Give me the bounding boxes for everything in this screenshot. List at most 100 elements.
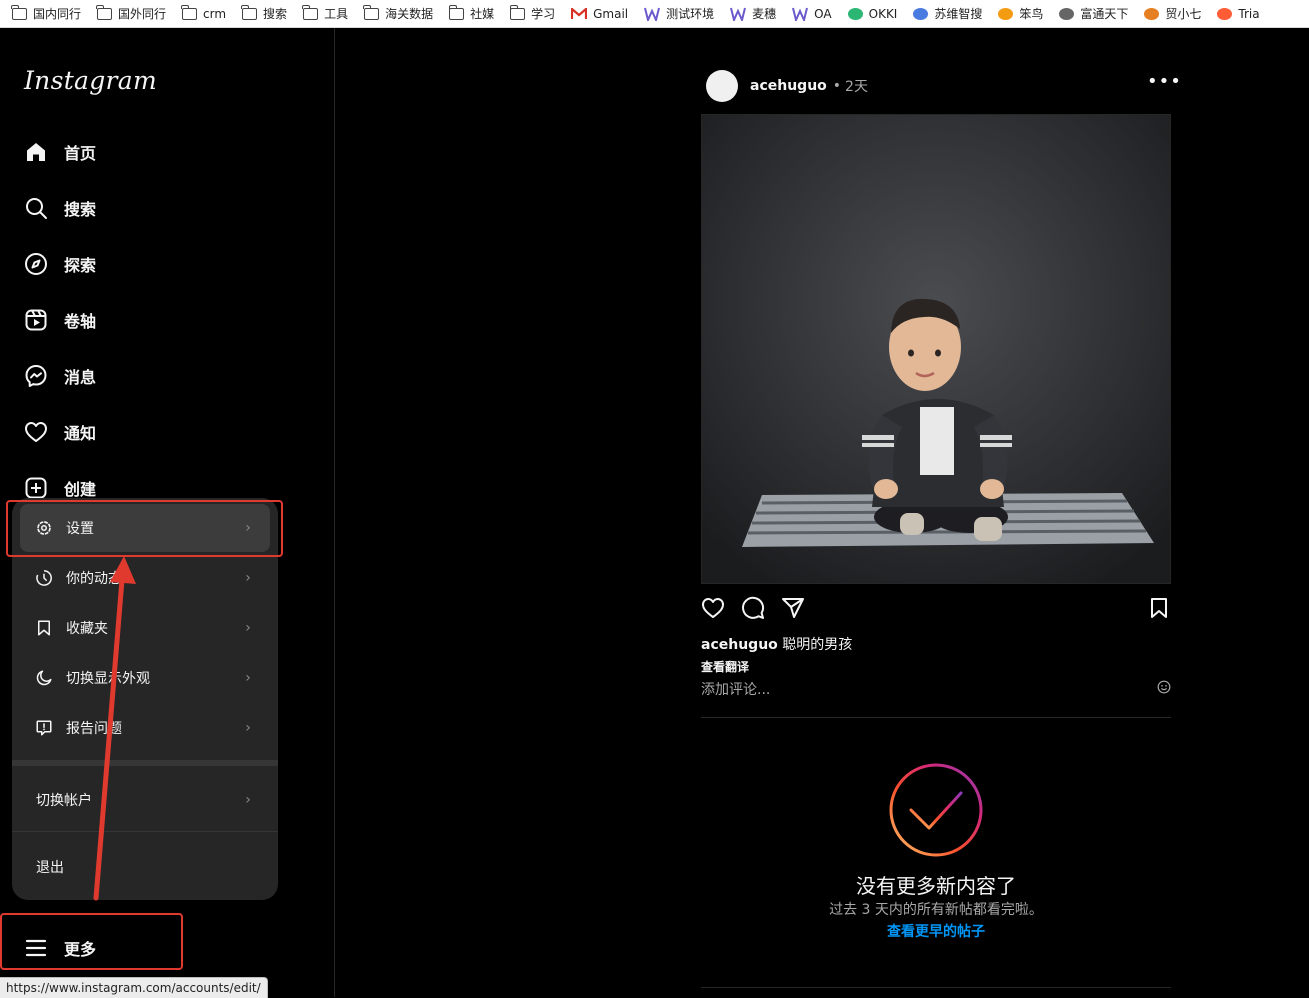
gmail-icon [571,6,588,20]
bookmark-label: OKKI [868,6,898,21]
status-url: https://www.instagram.com/accounts/edit/ [0,977,268,998]
chevron-right-icon: › [245,670,251,686]
bookmark-label: 学习 [531,7,556,21]
nav-item-reels[interactable]: 卷轴 [12,296,312,344]
bookmark-item[interactable]: 学习 [498,0,555,27]
menu-item-label: 切换显示外观 [66,671,150,687]
bookmark-label: 笨鸟 [1019,7,1044,21]
avatar[interactable] [706,70,738,102]
nav-label: 创建 [64,480,97,499]
caught-up-check-icon [889,763,983,857]
bookmark-label: 测试环境 [666,7,715,21]
menu-item-saved[interactable]: 收藏夹 › [20,604,270,652]
save-bookmark-icon[interactable] [1147,596,1171,620]
bookmark-item[interactable]: 国内同行 [0,0,81,27]
bookmark-item[interactable]: OA [780,0,832,27]
bookmark-label: 苏维智搜 [934,7,983,21]
bookmark-item[interactable]: 社媒 [437,0,494,27]
moon-icon [34,668,54,688]
instagram-logo[interactable]: Instagram [24,66,157,95]
menu-item-report-problem[interactable]: 报告问题 › [20,704,270,752]
bookmark-label: 海关数据 [385,7,434,21]
post-caption: acehuguo 聪明的男孩 [701,634,852,654]
nav-item-home[interactable]: 首页 [12,128,312,176]
menu-item-label: 退出 [36,860,64,876]
separator-dot: • [832,78,842,94]
nav-item-notifications[interactable]: 通知 [12,408,312,456]
bookmark-item[interactable]: 富通天下 [1047,0,1128,27]
folder-icon [241,4,258,20]
menu-item-settings[interactable]: 设置 › [20,504,270,552]
menu-divider [12,760,278,766]
caption-text: 聪明的男孩 [782,637,853,653]
hamburger-icon [24,936,48,960]
nav-label: 搜索 [64,200,97,219]
bookmark-item[interactable]: 搜索 [230,0,287,27]
doc-icon [913,7,929,20]
nav-label: 探索 [64,256,97,275]
create-icon [24,476,48,500]
chevron-right-icon: › [245,720,251,736]
chevron-right-icon: › [245,620,251,636]
nav-item-explore[interactable]: 探索 [12,240,312,288]
home-icon [24,140,48,164]
menu-item-appearance[interactable]: 切换显示外观 › [20,654,270,702]
bookmark-item[interactable]: 贸小七 [1132,0,1201,27]
caption-username[interactable]: acehuguo [701,637,778,653]
post-time[interactable]: 2天 [845,76,868,96]
explore-icon [24,252,48,276]
bookmark-label: Tria [1238,6,1260,21]
bookmark-icon [34,618,54,638]
heart-icon [24,420,48,444]
menu-item-your-activity[interactable]: 你的动态 › [20,554,270,602]
bookmark-label: 社媒 [470,7,495,21]
bookmark-item[interactable]: 麦穗 [718,0,776,27]
bookmark-item[interactable]: 国外同行 [85,0,166,27]
menu-item-label: 你的动态 [66,571,122,587]
menu-item-logout[interactable]: 退出 [12,837,278,897]
nav-item-more[interactable]: 更多 [12,924,312,972]
bookmark-label: Gmail [593,6,629,21]
bookmark-label: 工具 [324,7,349,21]
view-older-posts-link[interactable]: 查看更早的帖子 [701,921,1171,941]
chevron-right-icon: › [245,520,251,536]
nav-item-messages[interactable]: 消息 [12,352,312,400]
more-options-icon[interactable]: ••• [1147,73,1181,96]
bookmark-label: crm [203,6,227,21]
nav-item-search[interactable]: 搜索 [12,184,312,232]
see-translation-link[interactable]: 查看翻译 [701,658,749,675]
menu-item-switch-account[interactable]: 切换帐户 › [12,770,278,830]
folder-icon [11,4,27,20]
comment-icon[interactable] [741,596,765,620]
bookmark-item[interactable]: 工具 [291,0,348,27]
like-heart-icon[interactable] [701,596,725,620]
bookmark-label: 富通天下 [1080,7,1129,21]
menu-item-label: 设置 [66,521,94,537]
folder-icon [363,4,380,20]
bookmark-label: 贸小七 [1165,7,1202,21]
messenger-icon [24,364,48,388]
bookmark-item[interactable]: 笨鸟 [986,0,1043,27]
share-icon[interactable] [781,596,805,620]
divider [701,987,1171,988]
nav-label: 消息 [64,368,97,387]
post-username[interactable]: acehuguo [750,78,827,94]
reels-icon [24,308,48,332]
bookmark-item[interactable]: Tria [1205,0,1260,27]
bookmark-item[interactable]: crm [170,0,226,27]
nav-label: 更多 [64,940,97,959]
bookmark-item[interactable]: 苏维智搜 [901,0,982,27]
emoji-icon[interactable] [1157,680,1171,694]
globe-icon [1059,7,1075,20]
bookmark-item[interactable]: 海关数据 [352,0,433,27]
bookmark-label: 搜索 [263,7,288,21]
bookmark-item[interactable]: 测试环境 [632,0,714,27]
comment-input[interactable]: 添加评论... [701,679,1171,699]
menu-divider [12,831,278,832]
bookmark-item[interactable]: Gmail [559,0,628,27]
post-image[interactable] [701,114,1171,584]
bookmark-label: 国内同行 [33,7,82,21]
search-icon [24,196,48,220]
w-icon [644,7,661,23]
bookmark-item[interactable]: OKKI [836,0,898,27]
